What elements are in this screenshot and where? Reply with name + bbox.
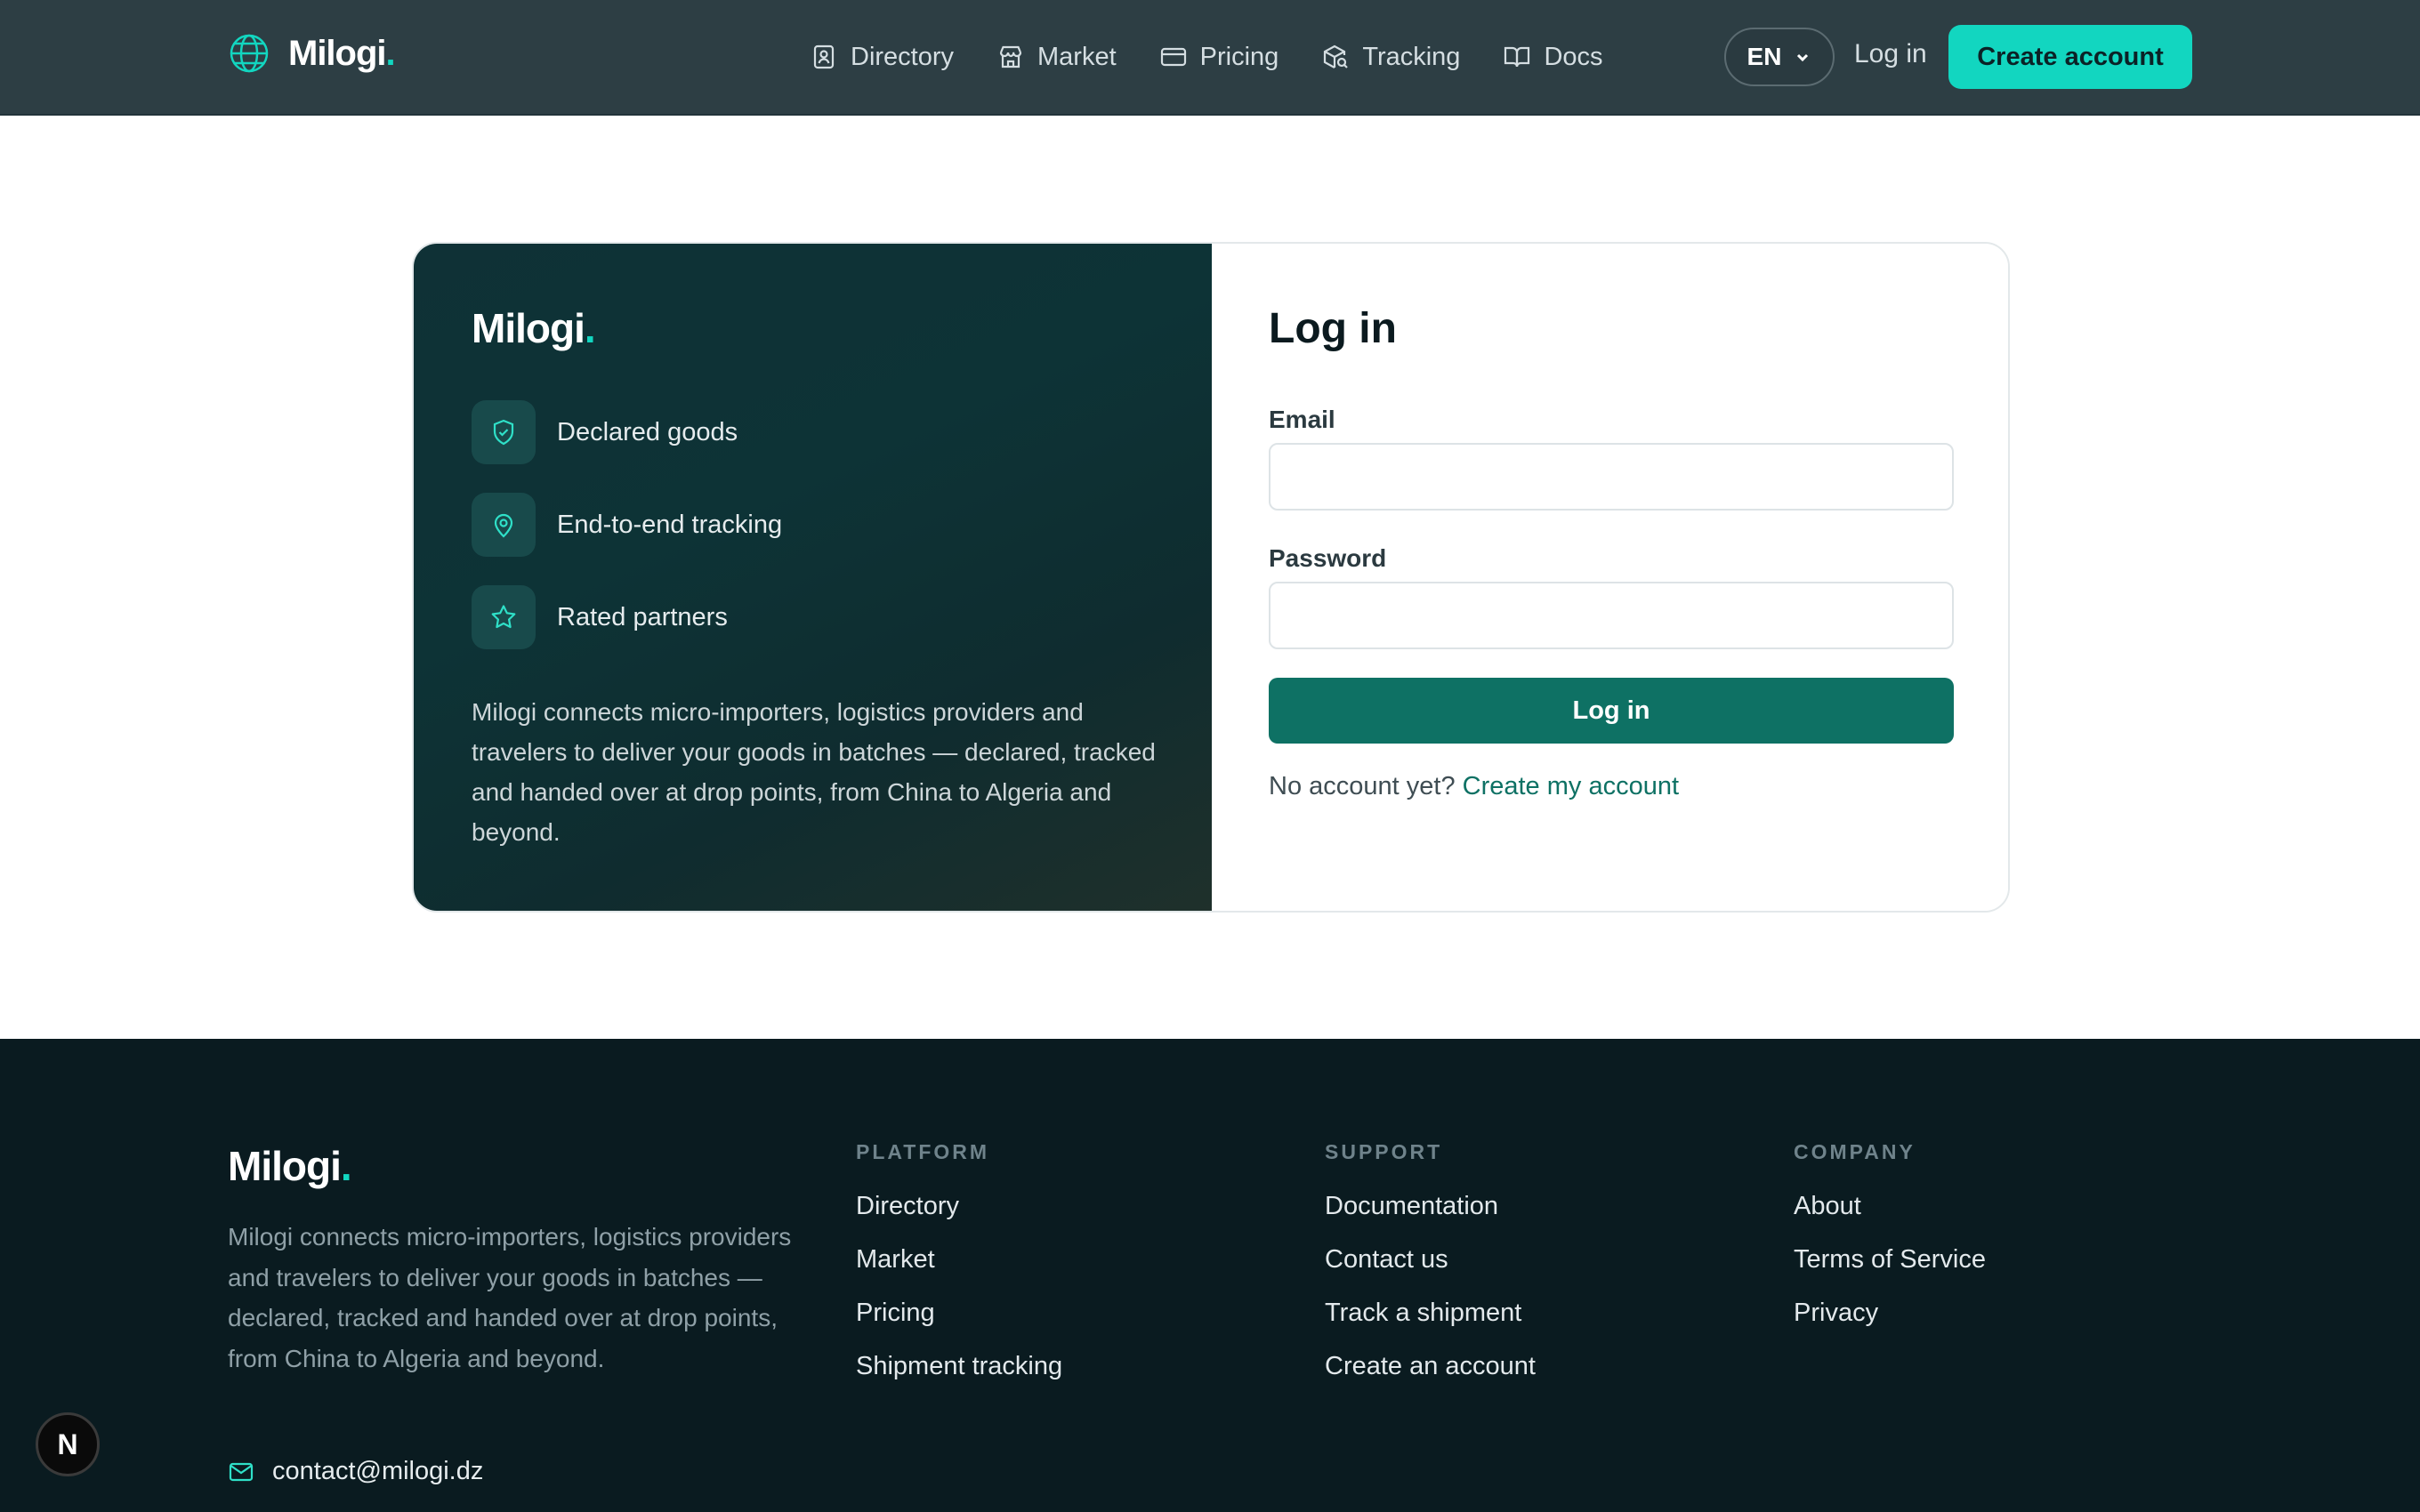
- footer-link-pricing[interactable]: Pricing: [856, 1298, 1062, 1351]
- nav-item-tracking[interactable]: Tracking: [1321, 36, 1460, 78]
- mail-icon: [229, 1462, 254, 1481]
- footer-link-about[interactable]: About: [1794, 1191, 1986, 1244]
- footer-link-shipment-tracking[interactable]: Shipment tracking: [856, 1351, 1062, 1404]
- footer-column-company: COMPANY About Terms of Service Privacy: [1794, 1140, 1986, 1351]
- footer-link-terms[interactable]: Terms of Service: [1794, 1244, 1986, 1298]
- email-label: Email: [1269, 406, 1335, 433]
- footer-column-platform: PLATFORM Directory Market Pricing Shipme…: [856, 1140, 1062, 1404]
- feature-icon-box: [472, 585, 536, 649]
- feature-item: Declared goods: [472, 400, 738, 464]
- brand-name: Milogi.: [288, 33, 396, 73]
- nav-item-label: Docs: [1544, 42, 1603, 71]
- language-select[interactable]: EN: [1724, 28, 1835, 86]
- feature-icon-box: [472, 493, 536, 557]
- feature-item: End-to-end tracking: [472, 493, 782, 557]
- create-my-account-link[interactable]: Create my account: [1463, 772, 1679, 800]
- star-icon: [491, 605, 516, 629]
- feature-label: Rated partners: [557, 602, 728, 631]
- nextjs-dev-badge[interactable]: N: [36, 1412, 100, 1476]
- footer-description: Milogi connects micro-importers, logisti…: [228, 1223, 792, 1372]
- footer-link-market[interactable]: Market: [856, 1244, 1062, 1298]
- promo-description: Milogi connects micro-importers, logisti…: [472, 698, 1156, 846]
- credit-card-icon: [1160, 47, 1186, 67]
- globe-icon: [230, 34, 269, 73]
- signup-prompt: No account yet? Create my account: [1269, 772, 1679, 801]
- login-form: Log in Email Password Log in No account …: [1212, 244, 2008, 911]
- brand-logo[interactable]: Milogi.: [228, 32, 396, 75]
- login-card: Milogi. Declared goods End-to-end tracki…: [412, 242, 2010, 913]
- footer-link-contact-us[interactable]: Contact us: [1325, 1244, 1536, 1298]
- nav-item-pricing[interactable]: Pricing: [1159, 36, 1279, 78]
- top-navbar: Milogi. Directory Market Pricing Trackin…: [0, 0, 2420, 116]
- footer-link-documentation[interactable]: Documentation: [1325, 1191, 1536, 1244]
- nav-item-label: Pricing: [1199, 42, 1279, 71]
- footer-link-directory[interactable]: Directory: [856, 1191, 1062, 1244]
- create-account-button[interactable]: Create account: [1948, 25, 2192, 89]
- language-value: EN: [1746, 43, 1782, 70]
- password-field[interactable]: [1269, 582, 1954, 649]
- footer-link-track-shipment[interactable]: Track a shipment: [1325, 1298, 1536, 1351]
- chevron-down-icon: [1797, 53, 1809, 62]
- nav-item-market[interactable]: Market: [996, 36, 1117, 78]
- contact-book-icon: [813, 44, 835, 69]
- store-icon: [999, 45, 1022, 68]
- nav-item-label: Tracking: [1362, 42, 1461, 71]
- login-title: Log in: [1269, 305, 1397, 352]
- nav-item-docs[interactable]: Docs: [1503, 36, 1603, 78]
- footer-column-title: COMPANY: [1794, 1140, 1916, 1163]
- nav-item-label: Directory: [851, 42, 955, 71]
- feature-label: End-to-end tracking: [557, 510, 783, 539]
- contact-email[interactable]: contact@milogi.dz: [228, 1457, 483, 1486]
- footer-column-title: SUPPORT: [1325, 1140, 1443, 1163]
- password-label: Password: [1269, 544, 1387, 572]
- main-nav: Directory Market Pricing Tracking Docs: [810, 36, 1646, 78]
- nav-item-label: Market: [1037, 42, 1117, 71]
- footer-link-create-account[interactable]: Create an account: [1325, 1351, 1536, 1404]
- nav-login-link[interactable]: Log in: [1854, 39, 1927, 69]
- promo-panel: Milogi. Declared goods End-to-end tracki…: [414, 244, 1212, 911]
- promo-brand-name: Milogi.: [472, 305, 596, 351]
- login-submit-button[interactable]: Log in: [1269, 678, 1954, 744]
- feature-label: Declared goods: [557, 417, 738, 446]
- email-field[interactable]: [1269, 443, 1954, 511]
- footer-column-support: SUPPORT Documentation Contact us Track a…: [1325, 1140, 1536, 1404]
- nav-item-directory[interactable]: Directory: [810, 36, 954, 78]
- footer-link-privacy[interactable]: Privacy: [1794, 1298, 1986, 1351]
- site-footer: Milogi. Milogi connects micro-importers,…: [0, 1039, 2420, 1512]
- feature-icon-box: [472, 400, 536, 464]
- signup-prompt-text: No account yet?: [1269, 772, 1456, 800]
- package-search-icon: [1324, 44, 1349, 68]
- footer-brand-name: Milogi.: [228, 1143, 352, 1189]
- contact-email-text: contact@milogi.dz: [272, 1457, 484, 1485]
- map-pin-icon: [494, 513, 513, 538]
- shield-check-icon: [493, 419, 514, 446]
- open-book-icon: [1504, 46, 1530, 68]
- footer-column-title: PLATFORM: [856, 1140, 990, 1163]
- feature-item: Rated partners: [472, 585, 728, 649]
